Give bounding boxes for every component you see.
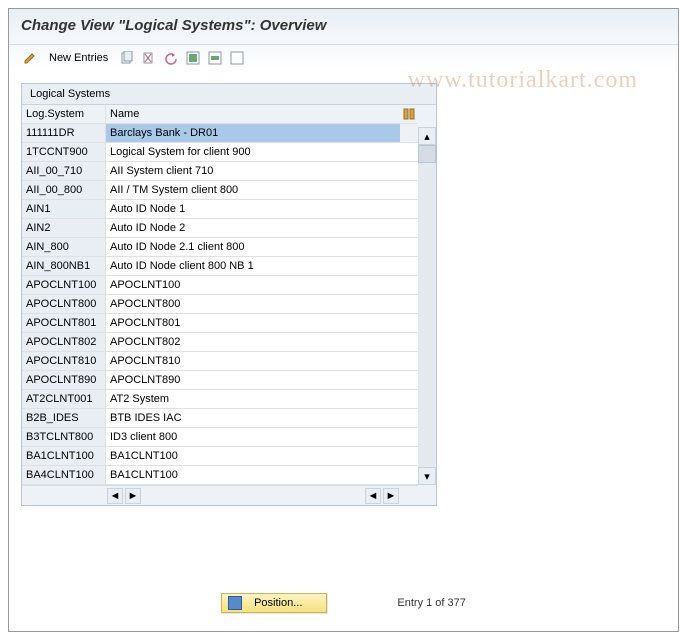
hscroll-left-icon[interactable]: ◄ bbox=[107, 488, 123, 504]
cell-logsystem[interactable]: APOCLNT890 bbox=[22, 371, 106, 389]
cell-name[interactable]: BA1CLNT100 bbox=[106, 466, 418, 484]
cell-logsystem[interactable]: AT2CLNT001 bbox=[22, 390, 106, 408]
table-row[interactable]: 1TCCNT900Logical System for client 900 bbox=[22, 143, 418, 162]
copy-icon[interactable] bbox=[118, 49, 136, 67]
table-row[interactable]: AII_00_800AII / TM System client 800 bbox=[22, 181, 418, 200]
position-label: Position... bbox=[254, 597, 302, 609]
table-row[interactable]: AII_00_710AII System client 710 bbox=[22, 162, 418, 181]
cell-name[interactable]: Auto ID Node 1 bbox=[106, 200, 418, 218]
cell-logsystem[interactable]: B2B_IDES bbox=[22, 409, 106, 427]
cell-name[interactable]: AII / TM System client 800 bbox=[106, 181, 418, 199]
delete-icon[interactable] bbox=[140, 49, 158, 67]
toggle-edit-icon[interactable] bbox=[21, 49, 39, 67]
table-row[interactable]: AIN1Auto ID Node 1 bbox=[22, 200, 418, 219]
cell-name[interactable]: Auto ID Node client 800 NB 1 bbox=[106, 257, 418, 275]
sap-window: Change View "Logical Systems": Overview … bbox=[8, 8, 679, 632]
table-row[interactable]: AIN_800Auto ID Node 2.1 client 800 bbox=[22, 238, 418, 257]
hscroll-right2-icon[interactable]: ► bbox=[383, 488, 399, 504]
table-row[interactable]: APOCLNT890APOCLNT890 bbox=[22, 371, 418, 390]
cell-logsystem[interactable]: APOCLNT800 bbox=[22, 295, 106, 313]
vertical-scrollbar: ▴ ▾ bbox=[418, 105, 436, 505]
table-row[interactable]: AIN2Auto ID Node 2 bbox=[22, 219, 418, 238]
select-block-icon[interactable] bbox=[206, 49, 224, 67]
cell-logsystem[interactable]: APOCLNT100 bbox=[22, 276, 106, 294]
page-title: Change View "Logical Systems": Overview bbox=[9, 9, 678, 45]
table-row[interactable]: APOCLNT810APOCLNT810 bbox=[22, 352, 418, 371]
deselect-all-icon[interactable] bbox=[228, 49, 246, 67]
cell-name[interactable]: AT2 System bbox=[106, 390, 418, 408]
table-settings-icon[interactable] bbox=[403, 108, 415, 120]
table-row[interactable]: AT2CLNT001AT2 System bbox=[22, 390, 418, 409]
panel-title: Logical Systems bbox=[22, 84, 436, 105]
cell-logsystem[interactable]: AII_00_710 bbox=[22, 162, 106, 180]
table-row[interactable]: B3TCLNT800ID3 client 800 bbox=[22, 428, 418, 447]
scroll-up-icon[interactable]: ▴ bbox=[418, 127, 436, 145]
cell-name[interactable]: APOCLNT100 bbox=[106, 276, 418, 294]
table-row[interactable]: APOCLNT802APOCLNT802 bbox=[22, 333, 418, 352]
cell-logsystem[interactable]: APOCLNT802 bbox=[22, 333, 106, 351]
cell-logsystem[interactable]: 1TCCNT900 bbox=[22, 143, 106, 161]
footer: Position... Entry 1 of 377 bbox=[9, 593, 678, 613]
cell-logsystem[interactable]: 111111DR bbox=[22, 124, 106, 142]
scroll-thumb[interactable] bbox=[418, 145, 436, 163]
cell-name[interactable]: BA1CLNT100 bbox=[106, 447, 418, 465]
position-icon bbox=[228, 596, 242, 610]
table-row[interactable]: APOCLNT100APOCLNT100 bbox=[22, 276, 418, 295]
table-row[interactable]: APOCLNT801APOCLNT801 bbox=[22, 314, 418, 333]
cell-logsystem[interactable]: AII_00_800 bbox=[22, 181, 106, 199]
cell-logsystem[interactable]: AIN2 bbox=[22, 219, 106, 237]
scroll-track[interactable] bbox=[418, 145, 436, 467]
hscroll-right-icon[interactable]: ► bbox=[125, 488, 141, 504]
table-row[interactable]: BA1CLNT100BA1CLNT100 bbox=[22, 447, 418, 466]
cell-logsystem[interactable]: AIN1 bbox=[22, 200, 106, 218]
cell-logsystem[interactable]: APOCLNT801 bbox=[22, 314, 106, 332]
entry-status: Entry 1 of 377 bbox=[397, 597, 466, 609]
cell-name[interactable]: APOCLNT810 bbox=[106, 352, 418, 370]
hscroll-left2-icon[interactable]: ◄ bbox=[365, 488, 381, 504]
cell-logsystem[interactable]: B3TCLNT800 bbox=[22, 428, 106, 446]
select-all-icon[interactable] bbox=[184, 49, 202, 67]
position-button[interactable]: Position... bbox=[221, 593, 327, 613]
table-row[interactable]: 111111DRBarclays Bank - DR01 bbox=[22, 124, 418, 143]
col-header-logsystem[interactable]: Log.System bbox=[22, 105, 106, 123]
scroll-down-icon[interactable]: ▾ bbox=[418, 467, 436, 485]
logical-systems-panel: Logical Systems Log.System Name 111111DR… bbox=[21, 83, 437, 506]
horizontal-scrollbar: ◄ ► ◄ ► bbox=[22, 485, 418, 505]
cell-logsystem[interactable]: AIN_800NB1 bbox=[22, 257, 106, 275]
cell-name[interactable]: APOCLNT800 bbox=[106, 295, 418, 313]
cell-name[interactable]: Barclays Bank - DR01 bbox=[106, 124, 400, 142]
cell-name[interactable]: AII System client 710 bbox=[106, 162, 418, 180]
cell-logsystem[interactable]: BA4CLNT100 bbox=[22, 466, 106, 484]
cell-name[interactable]: Auto ID Node 2.1 client 800 bbox=[106, 238, 418, 256]
cell-name[interactable]: APOCLNT801 bbox=[106, 314, 418, 332]
cell-logsystem[interactable]: AIN_800 bbox=[22, 238, 106, 256]
undo-change-icon[interactable] bbox=[162, 49, 180, 67]
cell-name[interactable]: APOCLNT890 bbox=[106, 371, 418, 389]
grid-header-row: Log.System Name bbox=[22, 105, 418, 124]
table-row[interactable]: APOCLNT800APOCLNT800 bbox=[22, 295, 418, 314]
cell-logsystem[interactable]: BA1CLNT100 bbox=[22, 447, 106, 465]
toolbar: New Entries bbox=[9, 45, 678, 77]
col-header-name[interactable]: Name bbox=[106, 105, 400, 123]
table-row[interactable]: AIN_800NB1Auto ID Node client 800 NB 1 bbox=[22, 257, 418, 276]
grid: Log.System Name 111111DRBarclays Bank - … bbox=[22, 105, 418, 505]
table-row[interactable]: B2B_IDESBTB IDES IAC bbox=[22, 409, 418, 428]
cell-name[interactable]: ID3 client 800 bbox=[106, 428, 418, 446]
table-row[interactable]: BA4CLNT100BA1CLNT100 bbox=[22, 466, 418, 485]
cell-name[interactable]: Logical System for client 900 bbox=[106, 143, 418, 161]
cell-logsystem[interactable]: APOCLNT810 bbox=[22, 352, 106, 370]
new-entries-button[interactable]: New Entries bbox=[43, 50, 114, 66]
cell-name[interactable]: APOCLNT802 bbox=[106, 333, 418, 351]
cell-name[interactable]: Auto ID Node 2 bbox=[106, 219, 418, 237]
cell-name[interactable]: BTB IDES IAC bbox=[106, 409, 418, 427]
